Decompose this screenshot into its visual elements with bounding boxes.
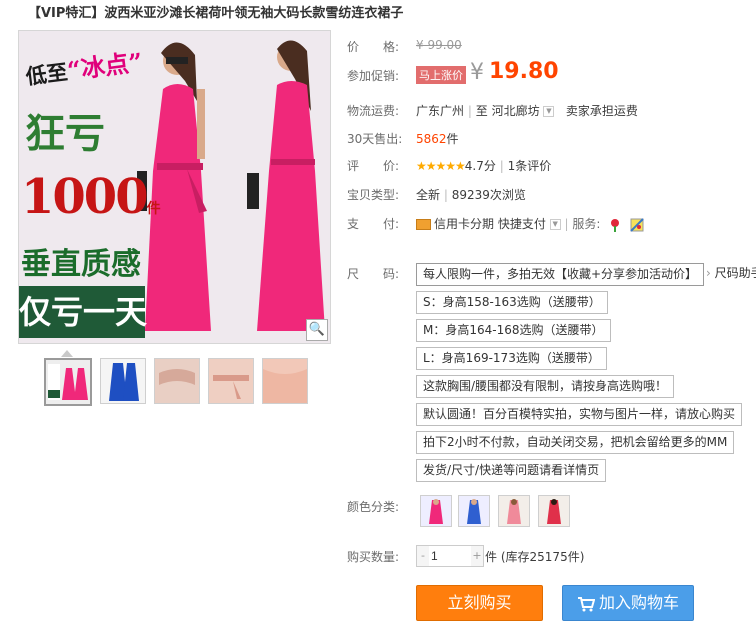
promo-line-count: 1000件 [21, 169, 161, 225]
promo-line-loss: 狂亏 [25, 110, 105, 157]
promo-text-panel: 低至“冰点” 狂亏 1000件 垂直质感 仅亏一天 [19, 31, 161, 343]
shipping-destination[interactable]: 河北廊坊 [492, 104, 540, 118]
color-swatch-1[interactable] [420, 495, 452, 527]
type-label: 宝贝类型: [347, 188, 400, 202]
color-swatch-2[interactable] [458, 495, 490, 527]
promo-line-quality: 垂直质感 [21, 247, 141, 282]
shipping-separator: | [467, 104, 472, 118]
shipping-to-word: 至 [475, 104, 488, 118]
size-label: 尺 码: [347, 267, 400, 281]
buy-now-button[interactable]: 立刻购买 [416, 585, 543, 621]
add-to-cart-label: 加入购物车 [598, 593, 679, 612]
currency-symbol: ¥ [470, 60, 484, 85]
shipping-route: 广东广州 | 至 河北廊坊 ▼ 卖家承担运费 [416, 102, 638, 119]
promo-price: 19.80 [489, 59, 559, 84]
pay-label: 支 付: [347, 217, 400, 231]
add-to-cart-button[interactable]: 加入购物车 [562, 585, 694, 621]
review-count-link[interactable]: 1条评价 [508, 159, 552, 173]
thumbnail-pointer [61, 350, 73, 357]
type-separator: | [443, 188, 448, 202]
thumbnail-5[interactable] [262, 358, 308, 404]
rating-stars: ★★★★★ [416, 159, 466, 173]
color-label: 颜色分类: [347, 500, 400, 514]
pay-separator: | [564, 217, 569, 231]
promo-line-low: 低至“冰点” [24, 46, 145, 90]
sold-info: 5862件 [416, 130, 459, 147]
service-label: 服务: [572, 217, 601, 231]
quantity-label: 购买数量: [347, 550, 400, 564]
map-service-icon[interactable] [630, 217, 644, 232]
rating-score: 4.7分 [464, 159, 496, 173]
size-option-limit[interactable]: 每人限购一件，多拍无效【收藏+分享参加活动价】 [416, 263, 705, 286]
rating-label: 评 价: [347, 159, 400, 173]
view-count: 89239次浏览 [451, 188, 526, 202]
size-option-details[interactable]: 发货/尺寸/快递等问题请看详情页 [416, 459, 607, 482]
size-option-m[interactable]: M：身高164-168选购（送腰带） [416, 319, 611, 342]
flower-service-icon[interactable] [608, 218, 622, 232]
shipping-label: 物流运费: [347, 104, 400, 118]
chevron-down-icon[interactable]: ▼ [543, 106, 555, 117]
thumbnail-2[interactable] [100, 358, 146, 404]
quantity-unit: 件 [485, 550, 498, 564]
magnifier-icon[interactable]: 🔍 [306, 319, 328, 341]
stock-count: (库存25175件) [500, 550, 585, 564]
quantity-stepper: - + [416, 545, 484, 567]
type-value: 全新 [416, 188, 441, 202]
size-option-s[interactable]: S：身高158-163选购（送腰带） [416, 291, 608, 314]
shipping-from: 广东广州 [416, 104, 465, 118]
thumbnail-3[interactable] [154, 358, 200, 404]
type-info: 全新 | 89239次浏览 [416, 186, 526, 203]
price-label: 价 格: [347, 40, 400, 54]
pay-quick-option[interactable]: 快捷支付 [498, 217, 546, 231]
quantity-plus-button[interactable]: + [471, 546, 483, 566]
shipping-fee: 卖家承担运费 [565, 104, 638, 118]
promo-line-oneday: 仅亏一天 [19, 286, 147, 338]
product-title: 【VIP特汇】波西米亚沙滩长裙荷叶领无袖大码长款雪纺连衣裙子 [28, 6, 404, 21]
chevron-down-icon[interactable]: ▼ [549, 219, 561, 230]
size-helper-link[interactable]: › 尺码助手 [706, 264, 756, 281]
sold-unit: 件 [446, 132, 459, 146]
rating-separator: | [499, 159, 504, 173]
sold-count: 5862 [416, 132, 447, 146]
pay-card-option[interactable]: 信用卡分期 [434, 217, 494, 231]
thumbnail-1[interactable] [44, 358, 92, 406]
promo-badge: 马上涨价 [416, 66, 466, 84]
size-option-payment[interactable]: 拍下2小时不付款，自动关闭交易，把机会留给更多的MM [416, 431, 735, 454]
size-option-l[interactable]: L：身高169-173选购（送腰带） [416, 347, 607, 370]
size-option-note[interactable]: 这款胸围/腰围都没有限制，请按身高选购哦！ [416, 375, 675, 398]
chevron-right-icon: › [706, 266, 711, 280]
pay-info: 信用卡分期 快捷支付 ▼ | 服务: [416, 215, 644, 232]
rating-info: ★★★★★4.7分 | 1条评价 [416, 157, 551, 174]
quantity-minus-button[interactable]: - [417, 546, 429, 566]
sold-label: 30天售出: [347, 132, 403, 146]
cart-icon [577, 596, 595, 611]
color-swatch-4[interactable] [538, 495, 570, 527]
size-option-shipping[interactable]: 默认圆通！百分百模特实拍，实物与图片一样，请放心购买 [416, 403, 743, 426]
thumbnail-4[interactable] [208, 358, 254, 404]
quantity-input[interactable] [431, 546, 469, 566]
promo-label: 参加促销: [347, 69, 400, 83]
original-price: ¥ 99.00 [416, 38, 462, 52]
color-swatch-3[interactable] [498, 495, 530, 527]
credit-card-icon [416, 219, 431, 230]
main-product-image[interactable]: 低至“冰点” 狂亏 1000件 垂直质感 仅亏一天 🔍 [18, 30, 331, 344]
quantity-stock-info: 件 (库存25175件) [485, 548, 584, 565]
